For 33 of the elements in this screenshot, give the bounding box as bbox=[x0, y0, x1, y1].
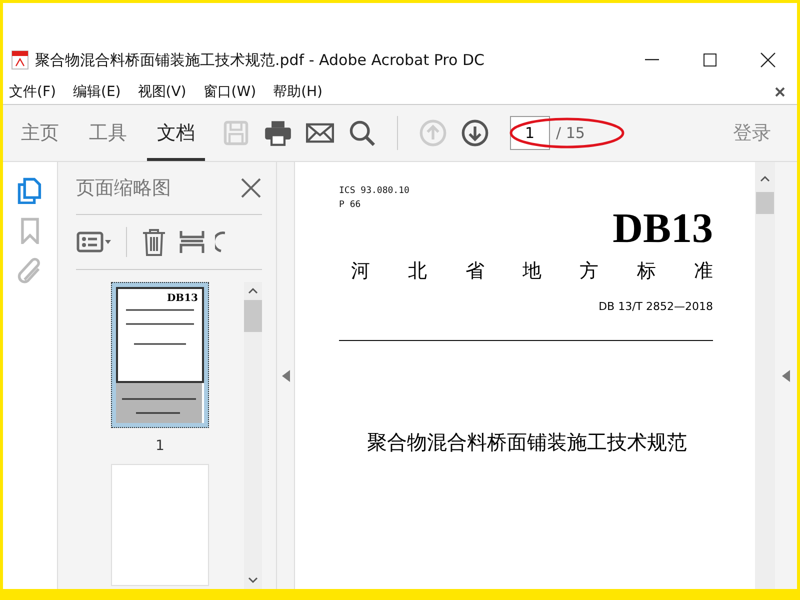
panel-title: 页面缩略图 bbox=[76, 176, 172, 201]
menu-item[interactable]: 窗口(W) bbox=[203, 83, 256, 101]
print-icon[interactable] bbox=[263, 119, 293, 147]
pages-icon[interactable] bbox=[16, 176, 44, 204]
window-title: 聚合物混合料桥面铺装施工技术规范.pdf - Adobe Acrobat Pro DC bbox=[35, 50, 486, 70]
collapse-arrow-icon[interactable] bbox=[282, 370, 290, 382]
maximize-icon[interactable] bbox=[703, 53, 717, 67]
standard-number: DB 13/T 2852—2018 bbox=[598, 300, 713, 313]
tab[interactable]: 主页 bbox=[11, 105, 69, 161]
page-thumbnail[interactable]: DB13 bbox=[111, 282, 209, 428]
page-label: 1 bbox=[156, 438, 164, 454]
page-thumbnail[interactable] bbox=[111, 464, 209, 586]
close-icon[interactable] bbox=[760, 52, 776, 68]
scrollbar[interactable] bbox=[755, 162, 775, 589]
ics-code: ICS 93.080.10 bbox=[339, 185, 410, 198]
pdf-file-icon bbox=[11, 50, 29, 70]
menu-item[interactable]: 帮助(H) bbox=[273, 83, 323, 101]
expand-arrow-icon[interactable] bbox=[782, 370, 790, 382]
menu-item[interactable]: 视图(V) bbox=[138, 83, 186, 101]
menu-item[interactable]: 编辑(E) bbox=[72, 83, 121, 101]
standard-code: DB13 bbox=[612, 206, 713, 252]
thumbnail-title: DB13 bbox=[166, 293, 198, 304]
page-total: / 15 bbox=[556, 124, 585, 142]
document-title: 聚合物混合料桥面铺装施工技术规范 bbox=[366, 429, 688, 456]
tab[interactable]: 工具 bbox=[79, 105, 137, 161]
scroll-thumb[interactable] bbox=[244, 300, 262, 332]
scrollbar[interactable] bbox=[244, 282, 262, 589]
scroll-thumb[interactable] bbox=[756, 192, 774, 214]
minimize-icon[interactable] bbox=[645, 59, 659, 61]
search-icon[interactable] bbox=[347, 119, 377, 147]
classification-code: P 66 bbox=[339, 199, 362, 212]
standard-heading: 河 北 省 地 方 标 准 bbox=[350, 259, 713, 284]
menu-item[interactable]: 文件(F) bbox=[9, 83, 56, 101]
